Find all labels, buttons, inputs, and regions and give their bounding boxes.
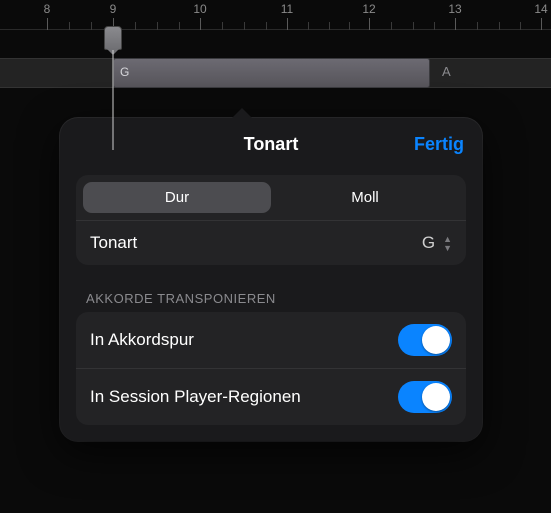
ruler-tick — [69, 22, 70, 30]
ruler-tick — [157, 22, 158, 30]
ruler-number: 10 — [193, 2, 206, 16]
switch-knob-icon — [422, 326, 450, 354]
segment-major[interactable]: Dur — [83, 182, 271, 213]
key-value: G ▲▼ — [422, 233, 452, 253]
stepper-chevrons-icon: ▲▼ — [443, 235, 452, 252]
ruler-tick — [91, 22, 92, 30]
transpose-header: AKKORDE TRANSPONIEREN — [86, 291, 456, 306]
ruler-tick — [391, 22, 392, 30]
ruler-number: 9 — [110, 2, 117, 16]
ruler-tick — [222, 22, 223, 30]
ruler-tick — [434, 22, 435, 30]
key-section: Dur Moll Tonart G ▲▼ — [76, 175, 466, 265]
next-region-label: A — [442, 64, 451, 79]
ruler-tick — [455, 18, 456, 30]
ruler-tick — [308, 22, 309, 30]
ruler-tick — [266, 22, 267, 30]
ruler-tick — [47, 18, 48, 30]
transpose-row-sessionplayer: In Session Player-Regionen — [76, 368, 466, 425]
popover-header: Tonart Fertig — [60, 118, 482, 169]
playhead-handle-icon[interactable] — [104, 26, 122, 50]
transpose-row-chordtrack: In Akkordspur — [76, 312, 466, 368]
track-lane[interactable]: G A — [0, 30, 551, 110]
ruler-tick — [541, 18, 542, 30]
ruler-tick — [179, 22, 180, 30]
transpose-label: In Session Player-Regionen — [90, 387, 301, 407]
ruler-tick — [520, 22, 521, 30]
ruler-tick — [499, 22, 500, 30]
ruler-number: 12 — [362, 2, 375, 16]
key-popover: Tonart Fertig Dur Moll Tonart G ▲▼ AKKOR… — [60, 118, 482, 441]
ruler-tick — [413, 22, 414, 30]
key-region[interactable]: G — [113, 58, 430, 88]
transpose-label: In Akkordspur — [90, 330, 194, 350]
ruler-tick — [369, 18, 370, 30]
ruler-tick — [329, 22, 330, 30]
timeline-ruler[interactable]: 8 9 10 11 12 13 14 — [0, 0, 551, 30]
ruler-tick — [477, 22, 478, 30]
segment-minor[interactable]: Moll — [271, 182, 459, 213]
sessionplayer-toggle[interactable] — [398, 381, 452, 413]
playhead[interactable] — [113, 26, 131, 50]
done-button[interactable]: Fertig — [414, 134, 464, 155]
region-label: G — [120, 65, 129, 79]
ruler-number: 14 — [534, 2, 547, 16]
key-label: Tonart — [90, 233, 137, 253]
ruler-tick — [349, 22, 350, 30]
ruler-number: 8 — [44, 2, 51, 16]
ruler-tick — [244, 22, 245, 30]
transpose-section: In Akkordspur In Session Player-Regionen — [76, 312, 466, 425]
major-minor-segmented: Dur Moll — [76, 175, 466, 220]
ruler-tick — [287, 18, 288, 30]
switch-knob-icon — [422, 383, 450, 411]
key-value-text: G — [422, 233, 435, 253]
key-picker-row[interactable]: Tonart G ▲▼ — [76, 220, 466, 265]
ruler-tick — [135, 22, 136, 30]
ruler-number: 11 — [281, 2, 293, 16]
playhead-line — [113, 50, 114, 150]
ruler-number: 13 — [448, 2, 461, 16]
chordtrack-toggle[interactable] — [398, 324, 452, 356]
ruler-tick — [200, 18, 201, 30]
